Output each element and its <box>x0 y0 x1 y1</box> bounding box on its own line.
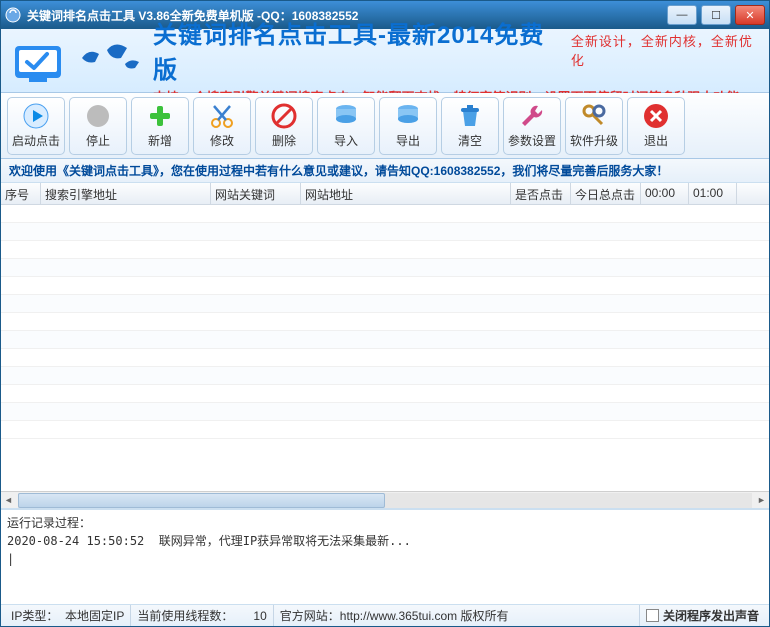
edit-button[interactable]: 修改 <box>193 97 251 155</box>
table-header: 序号 搜索引擎地址 网站关键词 网站地址 是否点击 今日总点击 00:00 01… <box>1 183 769 205</box>
banner: 关键词排名点击工具-最新2014免费版 全新设计，全新内核，全新优化 支持12个… <box>1 29 769 93</box>
table-row <box>1 313 769 331</box>
add-button[interactable]: 新增 <box>131 97 189 155</box>
scroll-thumb[interactable] <box>18 493 385 508</box>
sound-checkbox[interactable] <box>646 609 659 622</box>
col-h01[interactable]: 01:00 <box>689 183 737 204</box>
db-in-icon <box>332 102 360 130</box>
table-row <box>1 349 769 367</box>
table-row <box>1 205 769 223</box>
plus-icon <box>146 102 174 130</box>
db-out-icon <box>394 102 422 130</box>
exit-button[interactable]: 退出 <box>627 97 685 155</box>
table-row <box>1 241 769 259</box>
toolbar: 启动点击 停止 新增 修改 删除 导入 导出 清空 参数设置 软件升级 退出 <box>1 93 769 159</box>
bird-icon <box>77 38 147 83</box>
status-sound[interactable]: 关闭程序发出声音 <box>640 605 765 626</box>
statusbar: IP类型： 本地固定IP 当前使用线程数： 10 官方网站： http://ww… <box>1 604 769 626</box>
banner-logo <box>9 36 77 86</box>
play-icon <box>22 102 50 130</box>
table-row <box>1 403 769 421</box>
table-body[interactable] <box>1 205 769 491</box>
col-click[interactable]: 是否点击 <box>511 183 571 204</box>
main-window: 关键词排名点击工具 V3.86全新免费单机版 -QQ：1608382552 — … <box>0 0 770 627</box>
delete-button[interactable]: 删除 <box>255 97 313 155</box>
x-circle-icon <box>642 102 670 130</box>
forbidden-icon <box>270 102 298 130</box>
col-engine[interactable]: 搜索引擎地址 <box>41 183 211 204</box>
settings-button[interactable]: 参数设置 <box>503 97 561 155</box>
export-button[interactable]: 导出 <box>379 97 437 155</box>
upgrade-button[interactable]: 软件升级 <box>565 97 623 155</box>
table-row <box>1 421 769 439</box>
status-threads: 当前使用线程数： 10 <box>131 605 273 626</box>
col-index[interactable]: 序号 <box>1 183 41 204</box>
app-icon <box>5 7 21 23</box>
scroll-track[interactable] <box>18 493 752 508</box>
scroll-left-arrow[interactable]: ◄ <box>0 493 17 508</box>
table-row <box>1 331 769 349</box>
keys-icon <box>580 102 608 130</box>
welcome-bar: 欢迎使用《关键词点击工具》，您在使用过程中若有什么意见或建议，请告知QQ:160… <box>1 159 769 183</box>
table-row <box>1 295 769 313</box>
stop-button[interactable]: 停止 <box>69 97 127 155</box>
table-row <box>1 367 769 385</box>
trash-icon <box>456 102 484 130</box>
status-iptype: IP类型： 本地固定IP <box>5 605 131 626</box>
status-site: 官方网站： http://www.365tui.com 版权所有 <box>274 605 640 626</box>
col-today[interactable]: 今日总点击 <box>571 183 641 204</box>
col-url[interactable]: 网站地址 <box>301 183 511 204</box>
wrench-icon <box>518 102 546 130</box>
scissors-icon <box>208 102 236 130</box>
table-row <box>1 223 769 241</box>
banner-title: 关键词排名点击工具-最新2014免费版 <box>153 15 557 85</box>
horizontal-scrollbar[interactable]: ◄ ► <box>1 491 769 508</box>
table-row <box>1 259 769 277</box>
table-row <box>1 385 769 403</box>
col-keyword[interactable]: 网站关键词 <box>211 183 301 204</box>
table-row <box>1 277 769 295</box>
start-button[interactable]: 启动点击 <box>7 97 65 155</box>
import-button[interactable]: 导入 <box>317 97 375 155</box>
col-h00[interactable]: 00:00 <box>641 183 689 204</box>
clear-button[interactable]: 清空 <box>441 97 499 155</box>
stop-icon <box>84 102 112 130</box>
log-panel[interactable]: 运行记录过程： 2020-08-24 15:50:52 联网异常，代理IP获异常… <box>1 508 769 604</box>
banner-suffix: 全新设计，全新内核，全新优化 <box>571 31 761 69</box>
scroll-right-arrow[interactable]: ► <box>753 493 770 508</box>
